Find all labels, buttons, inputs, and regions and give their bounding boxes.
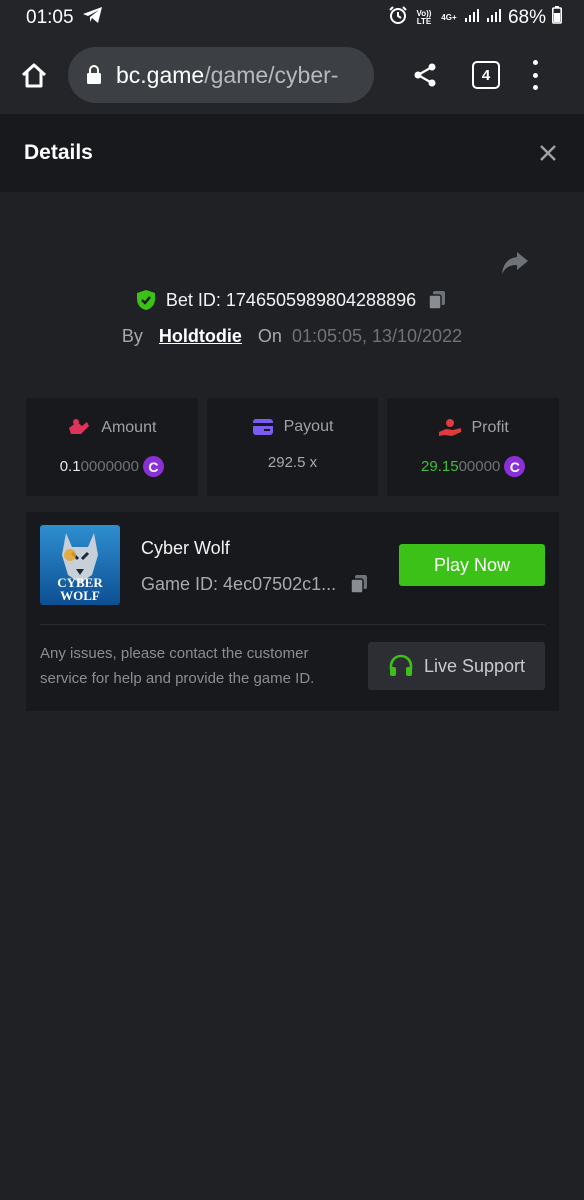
close-icon (540, 145, 556, 161)
profit-value-strong: 29.15 (421, 458, 459, 475)
game-id-row: Game ID: 4ec07502c1... (141, 573, 370, 595)
profit-value-faint: 00000 (458, 458, 501, 475)
overflow-menu-button[interactable] (530, 60, 540, 90)
url-path: /game/cyber- (204, 61, 339, 88)
lock-icon (87, 65, 101, 84)
payout-value: 292.5 x (267, 454, 318, 471)
money-bag-icon (69, 419, 90, 434)
share-icon (414, 63, 436, 87)
forward-arrow-icon (502, 252, 528, 274)
amount-value-faint: 0000000 (80, 458, 139, 475)
play-now-button[interactable]: Play Now (399, 544, 545, 586)
bet-id-label: Bet ID: (165, 289, 221, 310)
live-support-label: Live Support (423, 655, 526, 676)
amount-label: Amount (101, 419, 157, 436)
on-label: On (257, 326, 282, 346)
status-time: 01:05 (26, 7, 74, 28)
share-button[interactable] (408, 58, 442, 92)
copy-icon[interactable] (348, 573, 370, 595)
browser-toolbar: bc.game/game/cyber- 4 (0, 36, 584, 114)
network-label: 4G+ (441, 13, 457, 22)
game-card: CYBER WOLF Cyber Wolf Game ID: 4ec07502c… (26, 512, 559, 711)
live-support-button[interactable]: Live Support (368, 642, 545, 690)
bet-id-value: 1746505989804288896 (225, 289, 417, 310)
payout-stat: Payout 292.5 x (206, 398, 379, 496)
amount-value-strong: 0.1 (59, 458, 81, 475)
battery-percent: 68% (507, 7, 546, 28)
home-button[interactable] (14, 55, 54, 95)
game-thumbnail[interactable]: CYBER WOLF (40, 525, 120, 605)
signal-icon-1 (464, 7, 480, 29)
url-host: bc.game (116, 61, 205, 88)
telegram-icon (82, 6, 104, 30)
by-label: By (121, 326, 143, 346)
battery-icon (552, 6, 562, 30)
page-title: Details (24, 141, 93, 164)
username-link[interactable]: Holdtodie (159, 326, 242, 347)
status-icons: Vo)) LTE 4G+ 68% (388, 5, 562, 31)
game-id-value: 4ec07502c1... (223, 573, 337, 594)
game-id-label: Game ID: (141, 573, 219, 594)
signal-icon-2 (486, 7, 502, 29)
copy-icon[interactable] (426, 289, 448, 311)
alarm-icon (388, 5, 408, 31)
bet-datetime: 01:05:05, 13/10/2022 (291, 326, 463, 346)
divider (40, 624, 545, 625)
payout-label: Payout (283, 418, 334, 435)
svg-text:WOLF: WOLF (60, 588, 100, 603)
bet-details-content: Bet ID: 1746505989804288896 By Holdtodie… (0, 192, 584, 1200)
bet-id-row: Bet ID: 1746505989804288896 (0, 289, 584, 311)
volte-label: Vo)) LTE (416, 9, 432, 26)
support-note: Any issues, please contact the customer … (40, 645, 315, 687)
headset-icon (389, 654, 413, 676)
details-header: Details (0, 114, 584, 192)
amount-stat: Amount 0.1 0000000 C (26, 398, 198, 496)
url-bar[interactable]: bc.game/game/cyber- (68, 47, 374, 103)
coin-icon: C (142, 456, 164, 477)
shield-check-icon (136, 290, 155, 310)
home-icon (21, 63, 47, 88)
profit-stat: Profit 29.15 00000 C (387, 398, 560, 496)
close-button[interactable] (536, 141, 560, 165)
tab-switcher-button[interactable]: 4 (472, 61, 500, 89)
hand-coin-icon (438, 419, 461, 436)
bet-meta-row: By Holdtodie On 01:05:05, 13/10/2022 (0, 326, 584, 347)
bet-stats: Amount 0.1 0000000 C Payout 292.5 x Profi… (26, 398, 560, 496)
share-bet-button[interactable] (500, 250, 530, 276)
coin-icon: C (504, 456, 526, 477)
card-icon (252, 419, 273, 435)
game-name: Cyber Wolf (141, 538, 230, 558)
profit-label: Profit (471, 419, 509, 436)
status-bar: 01:05 Vo)) LTE 4G+ 68% (0, 0, 584, 36)
